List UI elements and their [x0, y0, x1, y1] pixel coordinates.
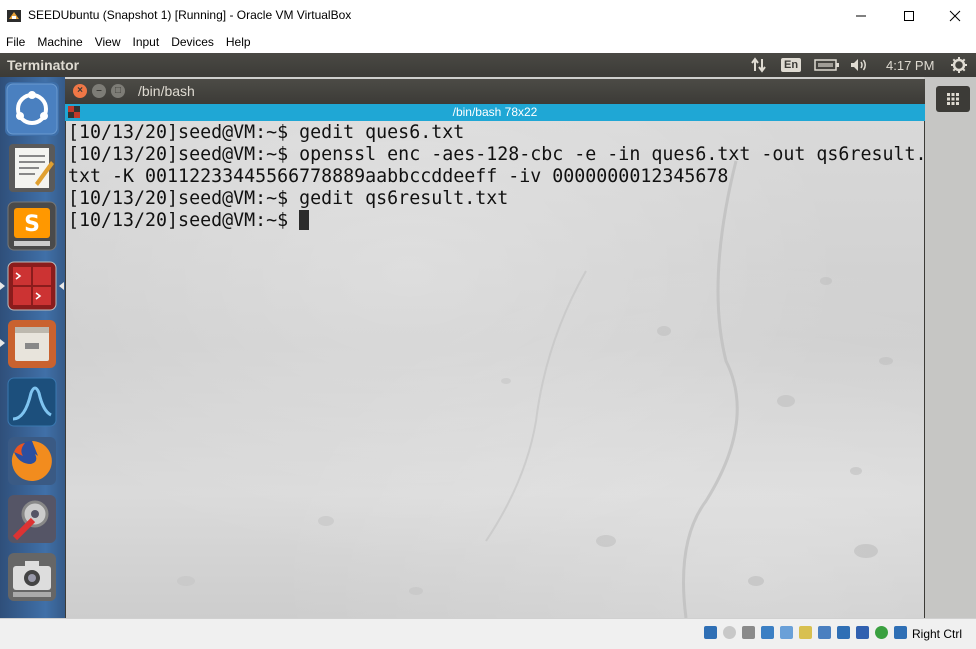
maximize-button[interactable] — [886, 0, 932, 32]
vbox-menubar: File Machine View Input Devices Help — [0, 32, 976, 53]
terminal-line: [10/13/20]seed@VM:~$ gedit qs6result.txt — [68, 188, 509, 209]
settings-gear-icon — [951, 57, 967, 73]
terminal-tab-bar[interactable]: /bin/bash 78x22 — [65, 104, 925, 121]
maximize-icon: □ — [114, 85, 122, 96]
menu-machine[interactable]: Machine — [31, 32, 88, 53]
virtualbox-app-icon — [7, 10, 21, 22]
menu-input[interactable]: Input — [127, 32, 166, 53]
terminal-window-title: /bin/bash — [138, 83, 195, 99]
virtualization-icon[interactable] — [875, 626, 888, 639]
desktop-edge — [924, 77, 976, 618]
system-settings-icon — [8, 495, 56, 543]
battery-indicator[interactable] — [814, 53, 840, 77]
session-indicator[interactable] — [950, 53, 968, 77]
launcher-screenshot[interactable] — [5, 550, 59, 604]
terminal-tab-title: /bin/bash 78x22 — [452, 105, 538, 119]
battery-icon — [814, 59, 839, 71]
network-transfer-icon — [751, 57, 766, 73]
launcher-wireshark[interactable] — [5, 375, 59, 429]
terminal-prompt: [10/13/20]seed@VM:~$ — [68, 210, 300, 231]
display-icon[interactable] — [818, 626, 831, 639]
panel-clock: 4:17 PM — [886, 57, 935, 73]
workspace-switcher-button[interactable] — [936, 86, 970, 112]
focused-indicator — [59, 282, 64, 290]
shared-folders-icon[interactable] — [799, 626, 812, 639]
terminal-lines: [10/13/20]seed@VM:~$ gedit ques6.txt [10… — [68, 122, 924, 232]
close-button[interactable] — [932, 0, 976, 32]
launcher-system-settings[interactable] — [5, 492, 59, 546]
usb-icon[interactable] — [780, 626, 793, 639]
launcher-text-editor[interactable] — [5, 141, 59, 195]
terminal-prompt-line[interactable]: [10/13/20]seed@VM:~$ — [68, 210, 924, 232]
unity-launcher: S — [0, 77, 65, 618]
terminal-titlebar[interactable]: × – □ /bin/bash — [65, 79, 925, 104]
network-icon[interactable] — [761, 626, 774, 639]
file-manager-icon — [8, 320, 56, 368]
terminator-window: × – □ /bin/bash /bin/bash 78x22 [10/13/2… — [65, 79, 925, 618]
host-window-titlebar: SEEDUbuntu (Snapshot 1) [Running] - Orac… — [0, 0, 976, 32]
menu-file[interactable]: File — [0, 32, 31, 53]
optical-drive-icon[interactable] — [723, 626, 736, 639]
close-icon: × — [77, 85, 83, 96]
launcher-file-manager[interactable] — [5, 317, 59, 371]
terminal-line: [10/13/20]seed@VM:~$ gedit ques6.txt — [68, 122, 465, 143]
screenshot-camera-icon — [8, 553, 56, 601]
minimize-button[interactable] — [838, 0, 884, 32]
video-capture-icon[interactable] — [837, 626, 850, 639]
ubuntu-dash-icon — [6, 83, 58, 135]
firefox-icon — [8, 437, 56, 485]
menu-devices[interactable]: Devices — [165, 32, 220, 53]
volume-indicator[interactable] — [849, 53, 869, 77]
close-icon — [949, 10, 961, 22]
volume-icon — [851, 59, 866, 71]
recording-icon[interactable] — [856, 626, 869, 639]
minimize-icon — [856, 15, 866, 17]
maximize-icon — [904, 11, 914, 21]
sublime-text-icon: S — [7, 201, 57, 251]
keyboard-layout-badge: En — [781, 58, 802, 72]
hard-disk-icon[interactable] — [704, 626, 717, 639]
clock-indicator[interactable]: 4:17 PM — [886, 53, 934, 77]
launcher-firefox[interactable] — [5, 434, 59, 488]
text-cursor — [299, 210, 310, 230]
host-key-label: Right Ctrl — [912, 627, 963, 641]
terminal-minimize-button[interactable]: – — [92, 84, 106, 98]
keyboard-indicator[interactable]: En — [781, 53, 802, 77]
terminal-output[interactable]: [10/13/20]seed@VM:~$ gedit ques6.txt [10… — [66, 121, 924, 618]
launcher-ubuntu-dash[interactable] — [5, 82, 59, 136]
menu-help[interactable]: Help — [220, 32, 257, 53]
terminal-close-button[interactable]: × — [73, 84, 87, 98]
host-window-title: SEEDUbuntu (Snapshot 1) [Running] - Orac… — [28, 8, 352, 22]
minimize-icon: – — [96, 85, 102, 96]
launcher-sublime-text[interactable]: S — [5, 199, 59, 253]
text-editor-icon — [9, 144, 55, 192]
mouse-integration-icon[interactable] — [894, 626, 907, 639]
terminal-line: txt -K 00112233445566778889aabbccddeeff … — [68, 166, 729, 187]
svg-text:S: S — [24, 212, 40, 237]
vbox-statusbar: Right Ctrl — [0, 618, 976, 649]
menu-view[interactable]: View — [89, 32, 127, 53]
network-indicator[interactable] — [750, 53, 768, 77]
grid-icon — [947, 93, 959, 105]
terminal-maximize-button[interactable]: □ — [111, 84, 125, 98]
audio-icon[interactable] — [742, 626, 755, 639]
terminator-icon — [7, 261, 57, 311]
wireshark-icon — [7, 377, 57, 427]
ubuntu-top-panel: Terminator En 4:17 PM — [0, 53, 976, 77]
launcher-terminator[interactable] — [5, 259, 59, 313]
terminal-line: [10/13/20]seed@VM:~$ openssl enc -aes-12… — [68, 144, 924, 165]
panel-app-title: Terminator — [7, 57, 80, 73]
